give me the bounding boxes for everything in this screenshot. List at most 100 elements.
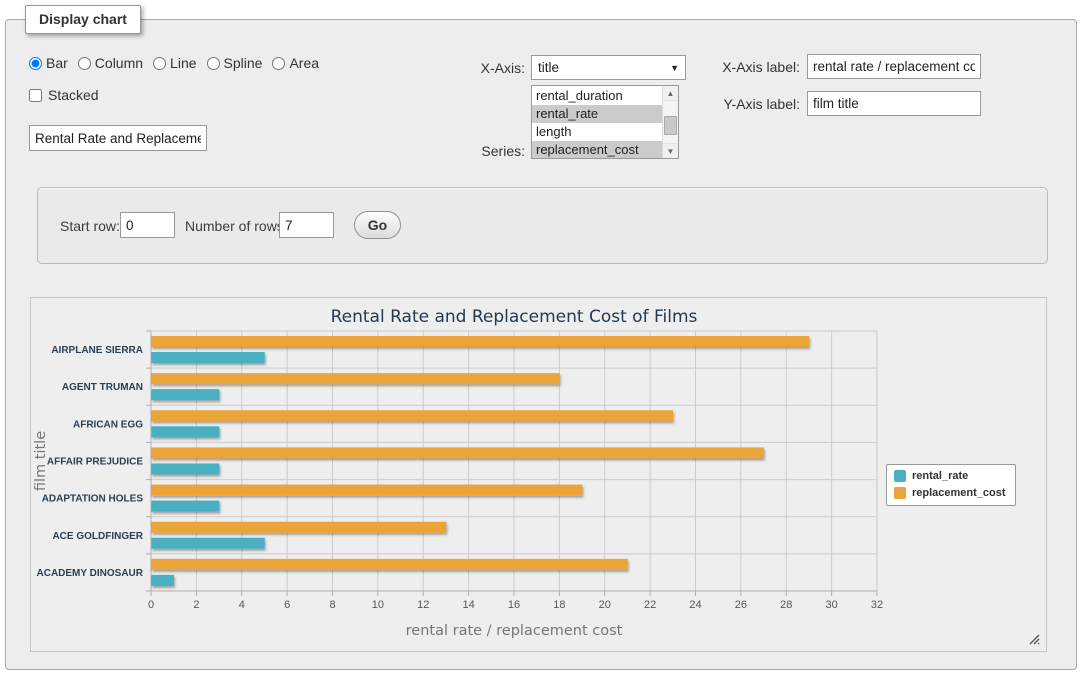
start-row-label: Start row: — [60, 218, 120, 234]
start-row-input[interactable] — [120, 212, 175, 238]
scrollbar-thumb[interactable] — [664, 116, 677, 135]
legend-label: replacement_cost — [912, 487, 1006, 499]
x-axis-select-label: X-Axis: — [455, 60, 525, 76]
chart-type-radio-label: Bar — [46, 55, 68, 71]
bar-rental_rate-ADAPTATION HOLES[interactable] — [152, 501, 220, 512]
svg-text:AGENT TRUMAN: AGENT TRUMAN — [62, 382, 143, 393]
series-option-length[interactable]: length — [532, 123, 662, 141]
bar-replacement_cost-ACE GOLDFINGER[interactable] — [152, 522, 447, 533]
svg-text:30: 30 — [826, 599, 838, 611]
svg-text:24: 24 — [689, 599, 701, 611]
bars-replacement_cost — [152, 336, 810, 570]
chart-type-option-column[interactable]: Column — [78, 55, 143, 71]
category-labels: AIRPLANE SIERRA AGENT TRUMAN AFRICAN EGG AF… — [37, 345, 144, 579]
svg-text:22: 22 — [644, 599, 656, 611]
series-scrollbar[interactable]: ▲ ▼ — [662, 86, 678, 158]
x-axis-title: rental rate / replacement cost — [406, 623, 623, 639]
page: Display chart Bar Column Line Spline Area St… — [0, 0, 1081, 681]
legend-item-rental_rate[interactable]: rental_rate — [894, 470, 1006, 482]
svg-text:20: 20 — [599, 599, 611, 611]
bars-rental_rate — [152, 352, 265, 586]
axes — [146, 331, 877, 596]
fieldset-legend: Display chart — [25, 5, 141, 34]
legend-item-replacement_cost[interactable]: replacement_cost — [894, 487, 1006, 499]
svg-text:32: 32 — [871, 599, 883, 611]
legend-swatch-rental_rate — [894, 470, 906, 482]
y-axis-label-input[interactable] — [807, 91, 981, 116]
chart-type-option-line[interactable]: Line — [153, 55, 196, 71]
svg-text:28: 28 — [780, 599, 792, 611]
gridlines — [151, 331, 877, 591]
bar-rental_rate-AIRPLANE SIERRA[interactable] — [152, 352, 265, 363]
chart-type-option-bar[interactable]: Bar — [29, 55, 68, 71]
bar-replacement_cost-AFFAIR PREJUDICE[interactable] — [152, 447, 764, 458]
chart-type-radio-label: Area — [289, 55, 319, 71]
number-of-rows-label: Number of rows: — [185, 218, 288, 234]
svg-text:14: 14 — [463, 599, 475, 611]
legend-label: rental_rate — [912, 470, 968, 482]
stacked-row: Stacked — [29, 87, 99, 103]
chart-type-radio-label: Column — [95, 55, 143, 71]
svg-text:2: 2 — [193, 599, 199, 611]
x-axis-label-input[interactable] — [807, 54, 981, 79]
svg-text:18: 18 — [553, 599, 565, 611]
svg-text:16: 16 — [508, 599, 520, 611]
y-axis-label-caption: Y-Axis label: — [710, 96, 800, 112]
go-button[interactable]: Go — [354, 211, 401, 239]
chart-type-radio-area[interactable] — [272, 57, 285, 70]
svg-text:4: 4 — [239, 599, 245, 611]
svg-text:12: 12 — [417, 599, 429, 611]
svg-text:AFFAIR PREJUDICE: AFFAIR PREJUDICE — [47, 457, 143, 468]
row-range-panel: Start row: Number of rows: Go — [37, 187, 1048, 264]
x-tick-labels: 02468101214161820222426283032 — [148, 599, 883, 611]
bar-rental_rate-AFRICAN EGG[interactable] — [152, 426, 220, 437]
bar-rental_rate-ACADEMY DINOSAUR[interactable] — [152, 575, 174, 586]
x-axis-select[interactable]: title ▼ — [531, 55, 686, 80]
bar-rental_rate-AGENT TRUMAN[interactable] — [152, 389, 220, 400]
svg-text:6: 6 — [284, 599, 290, 611]
chevron-down-icon: ▼ — [670, 63, 679, 73]
chart-type-radio-column[interactable] — [78, 57, 91, 70]
number-of-rows-input[interactable] — [279, 212, 334, 238]
series-option-replacement_cost[interactable]: replacement_cost — [532, 141, 662, 159]
svg-text:8: 8 — [329, 599, 335, 611]
scroll-up-icon[interactable]: ▲ — [663, 86, 678, 101]
bar-replacement_cost-AIRPLANE SIERRA[interactable] — [152, 336, 810, 347]
scroll-down-icon[interactable]: ▼ — [663, 143, 678, 158]
bar-replacement_cost-ADAPTATION HOLES[interactable] — [152, 485, 583, 496]
chart-type-radio-spline[interactable] — [207, 57, 220, 70]
bar-replacement_cost-AFRICAN EGG[interactable] — [152, 410, 674, 421]
x-axis-selected-value: title — [538, 60, 559, 75]
series-option-rental_rate[interactable]: rental_rate — [532, 105, 662, 123]
series-select-label: Series: — [455, 143, 525, 159]
chart-title: Rental Rate and Replacement Cost of Film… — [331, 307, 698, 327]
svg-text:0: 0 — [148, 599, 154, 611]
series-multiselect[interactable]: rental_durationrental_ratelengthreplacem… — [531, 85, 679, 159]
bar-rental_rate-ACE GOLDFINGER[interactable] — [152, 538, 265, 549]
stacked-label: Stacked — [48, 87, 99, 103]
svg-text:ACADEMY DINOSAUR: ACADEMY DINOSAUR — [37, 568, 144, 579]
chart-type-radio-line[interactable] — [153, 57, 166, 70]
chart-type-radio-label: Line — [170, 55, 196, 71]
stacked-checkbox[interactable] — [29, 89, 42, 102]
bar-rental_rate-AFFAIR PREJUDICE[interactable] — [152, 463, 220, 474]
x-axis-label-caption: X-Axis label: — [710, 59, 800, 75]
svg-text:AFRICAN EGG: AFRICAN EGG — [73, 419, 143, 430]
svg-text:ACE GOLDFINGER: ACE GOLDFINGER — [52, 531, 143, 542]
bar-replacement_cost-AGENT TRUMAN[interactable] — [152, 373, 560, 384]
chart-container: 02468101214161820222426283032AIRPLANE SI… — [30, 297, 1047, 652]
chart-type-radio-group: Bar Column Line Spline Area — [29, 55, 319, 71]
series-options: rental_durationrental_ratelengthreplacem… — [532, 87, 662, 159]
chart-title-input[interactable] — [29, 125, 207, 151]
svg-text:26: 26 — [735, 599, 747, 611]
chart-legend: rental_rate replacement_cost — [886, 464, 1016, 506]
svg-text:AIRPLANE SIERRA: AIRPLANE SIERRA — [51, 345, 143, 356]
legend-swatch-replacement_cost — [894, 487, 906, 499]
series-option-rental_duration[interactable]: rental_duration — [532, 87, 662, 105]
chart-type-radio-bar[interactable] — [29, 57, 42, 70]
svg-text:ADAPTATION HOLES: ADAPTATION HOLES — [42, 494, 144, 505]
chart-type-option-area[interactable]: Area — [272, 55, 319, 71]
chart-type-option-spline[interactable]: Spline — [207, 55, 263, 71]
resize-handle-icon[interactable] — [1029, 634, 1040, 645]
bar-replacement_cost-ACADEMY DINOSAUR[interactable] — [152, 559, 628, 570]
